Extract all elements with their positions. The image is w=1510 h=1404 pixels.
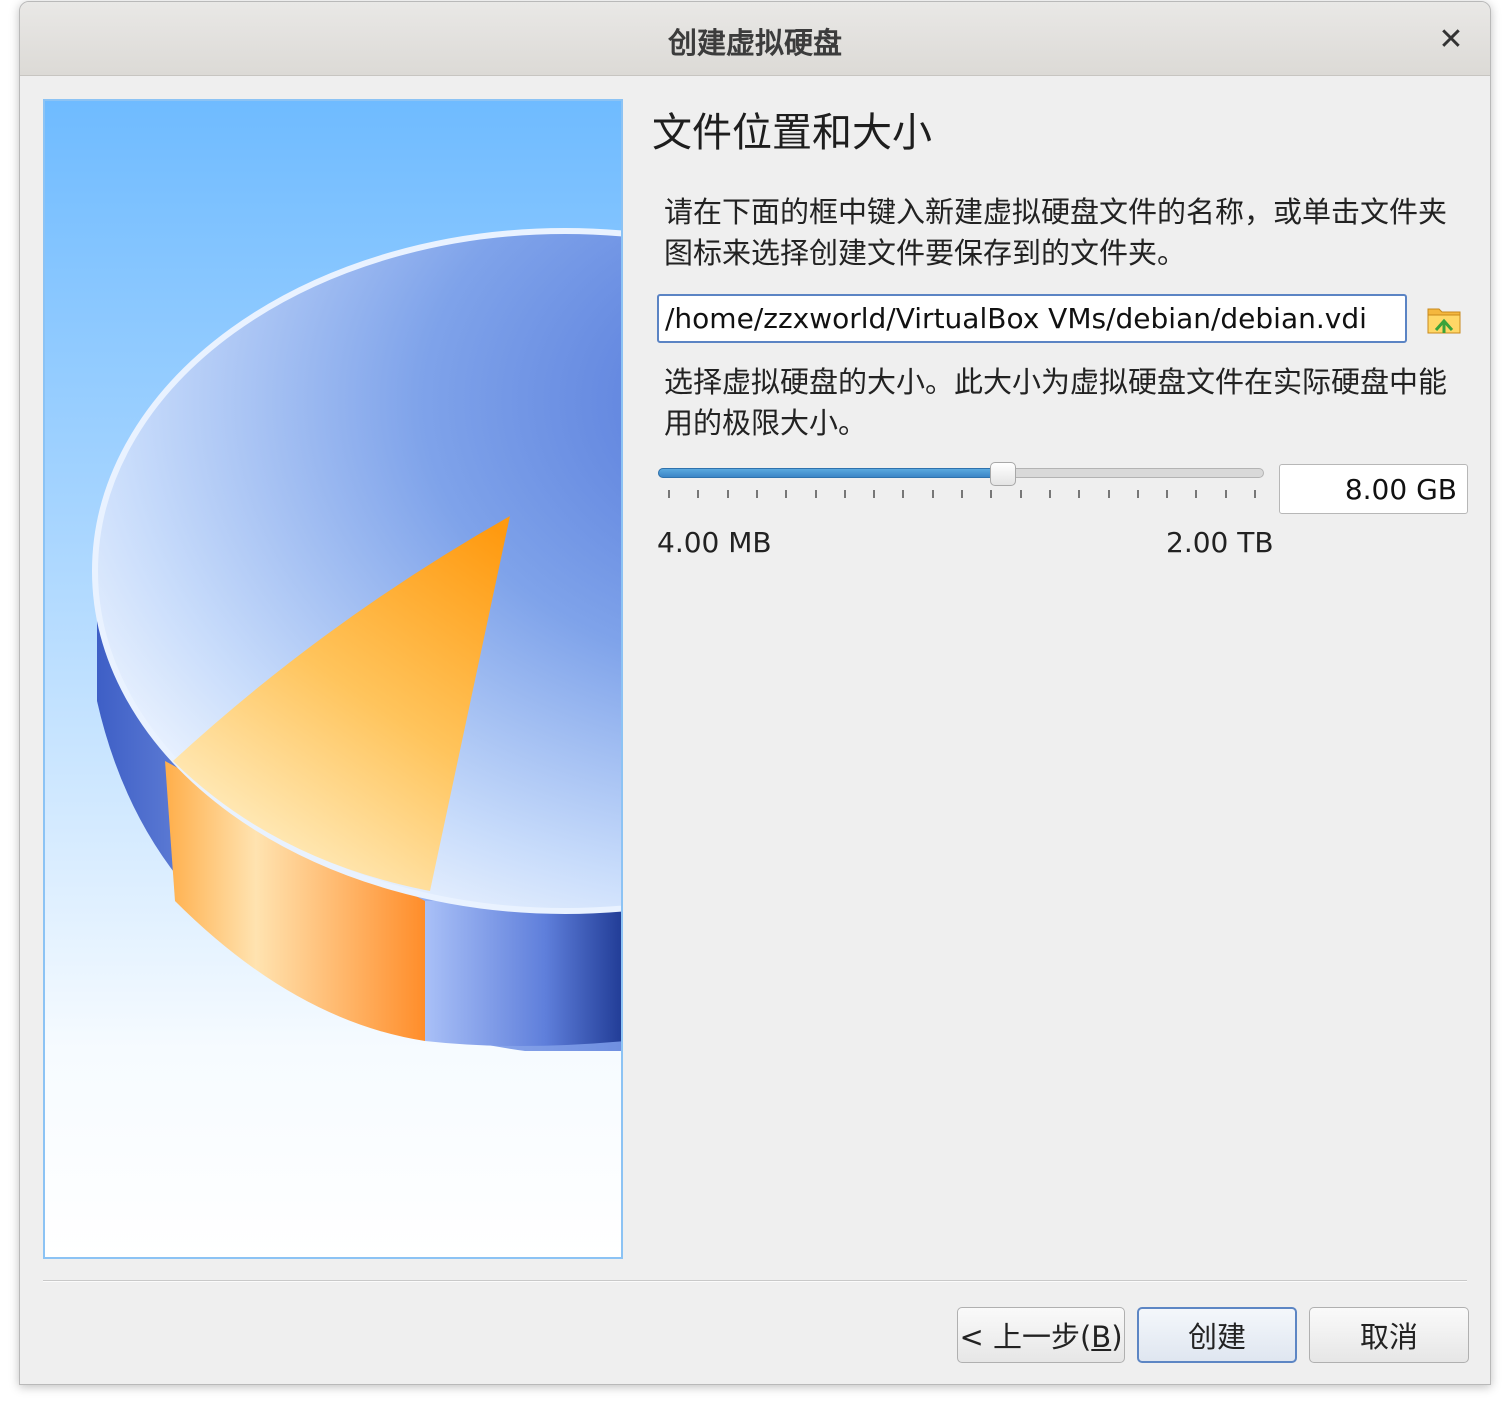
range-min-label: 4.00 MB <box>657 526 772 559</box>
disk-illustration <box>43 99 623 1259</box>
back-button[interactable]: < 上一步(B) <box>957 1307 1125 1363</box>
page-title: 文件位置和大小 <box>652 110 932 156</box>
cancel-button[interactable]: 取消 <box>1309 1307 1469 1363</box>
slider-tick <box>1224 490 1227 498</box>
slider-fill <box>658 468 1003 478</box>
slider-tick <box>785 490 788 498</box>
window-title: 创建虚拟硬盘 <box>667 26 842 60</box>
size-description: 选择虚拟硬盘的大小。此大小为虚拟硬盘文件在实际硬盘中能用的极限大小。 <box>664 365 1448 440</box>
slider-tick <box>726 490 729 498</box>
slider-tick <box>990 490 993 498</box>
slider-handle[interactable] <box>990 462 1016 486</box>
slider-tick <box>697 490 700 498</box>
slider-tick <box>1254 490 1256 498</box>
slider-tick <box>1107 490 1110 498</box>
size-input[interactable] <box>1279 464 1468 514</box>
slider-tick <box>1078 490 1081 498</box>
slider-tick <box>902 490 905 498</box>
folder-icon[interactable] <box>1426 300 1462 336</box>
slider-tick <box>1048 490 1051 498</box>
create-button[interactable]: 创建 <box>1137 1307 1297 1363</box>
slider-tick <box>931 490 934 498</box>
slider-tick <box>1136 490 1139 498</box>
back-label-key: B <box>1091 1320 1112 1354</box>
slider-tick <box>814 490 817 498</box>
slider-tick <box>755 490 758 498</box>
range-max-label: 2.00 TB <box>1166 526 1274 559</box>
close-icon[interactable]: ✕ <box>1434 22 1468 57</box>
location-description: 请在下面的框中键入新建虚拟硬盘文件的名称，或单击文件夹图标来选择创建文件要保存到… <box>664 195 1448 270</box>
divider <box>43 1280 1467 1282</box>
back-label-prefix: < 上一步( <box>959 1320 1092 1354</box>
slider-tick <box>668 490 670 498</box>
title-bar: 创建虚拟硬盘 ✕ <box>20 2 1490 76</box>
slider-tick <box>843 490 846 498</box>
slider-tick <box>873 490 876 498</box>
size-slider[interactable] <box>658 462 1266 502</box>
slider-tick <box>1195 490 1198 498</box>
back-label-suffix: ) <box>1111 1320 1123 1354</box>
file-path-input[interactable] <box>657 294 1407 343</box>
slider-tick <box>1166 490 1169 498</box>
slider-tick <box>961 490 963 498</box>
slider-tick <box>1019 490 1022 498</box>
create-virtual-disk-dialog: 创建虚拟硬盘 ✕ 文件位置和大小 请在下面的框中键入新建虚拟硬盘文件的名称，或单… <box>19 1 1491 1385</box>
